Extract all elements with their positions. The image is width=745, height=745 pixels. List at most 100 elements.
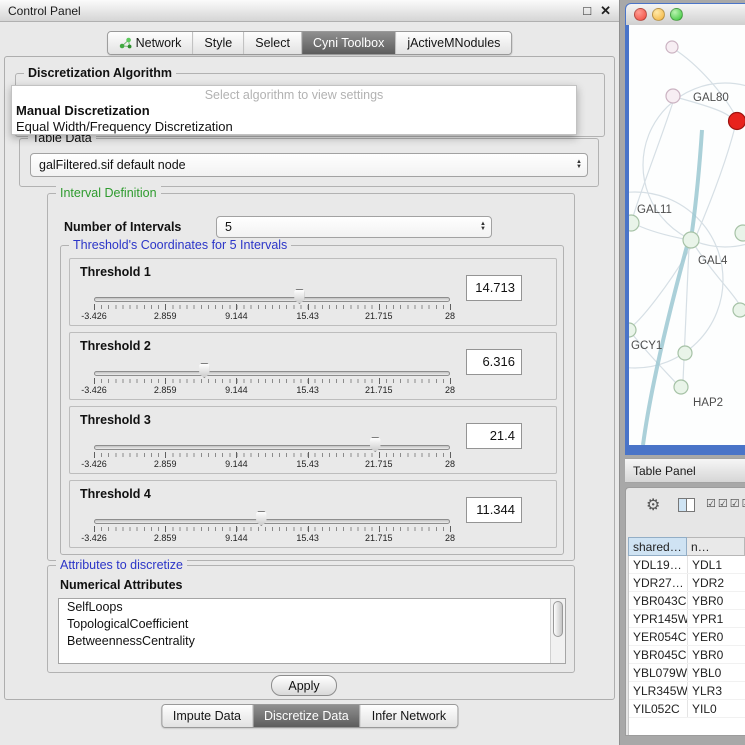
- slider-scale-label: -3.426: [81, 385, 107, 395]
- attribute-list-item[interactable]: SelfLoops: [59, 599, 565, 616]
- slider-scale-label: 9.144: [225, 311, 248, 321]
- table-data-group: Table Data galFiltered.sif default node …: [19, 138, 599, 187]
- bottom-tab-infer-network[interactable]: Infer Network: [360, 705, 457, 727]
- slider-major-tick: [450, 304, 451, 310]
- table-cell: YDR27…: [629, 574, 688, 591]
- tab-cyni-toolbox[interactable]: Cyni Toolbox: [301, 32, 395, 54]
- list-scrollbar[interactable]: [550, 599, 565, 663]
- slider-major-tick: [379, 452, 380, 458]
- network-node[interactable]: [735, 225, 745, 241]
- network-view-window: GAL80 GAL11 GAL4 GCY1 HAP2: [625, 3, 745, 455]
- table-row[interactable]: YDR27…YDR2: [629, 574, 745, 592]
- slider-scale-label: 2.859: [154, 533, 177, 543]
- tab-network[interactable]: Network: [108, 32, 193, 54]
- algorithm-option-equal-width[interactable]: Equal Width/Frequency Discretization: [12, 119, 576, 135]
- network-canvas[interactable]: GAL80 GAL11 GAL4 GCY1 HAP2: [629, 25, 745, 445]
- apply-button[interactable]: Apply: [271, 675, 337, 696]
- table-row[interactable]: YBL079WYBL0: [629, 664, 745, 682]
- table-cell: YPR1: [688, 610, 745, 627]
- zoom-traffic-light[interactable]: [670, 8, 683, 21]
- network-node-gcy1[interactable]: [629, 323, 636, 337]
- table-row[interactable]: YBR045CYBR0: [629, 646, 745, 664]
- table-row[interactable]: YIL052CYIL0: [629, 700, 745, 718]
- tab-label: Infer Network: [372, 709, 446, 723]
- network-node[interactable]: [733, 303, 745, 317]
- tab-label: Select: [255, 36, 290, 50]
- tab-style[interactable]: Style: [192, 32, 243, 54]
- slider-track[interactable]: [94, 445, 450, 450]
- table-row[interactable]: YBR043CYBR0: [629, 592, 745, 610]
- bottom-tab-discretize-data[interactable]: Discretize Data: [252, 705, 360, 727]
- attribute-list-item[interactable]: TopologicalCoefficient: [59, 616, 565, 633]
- threshold-value-field[interactable]: 14.713: [466, 275, 522, 301]
- combo-stepper-icon[interactable]: ▲ ▼: [480, 222, 486, 232]
- slider-scale-label: 21.715: [365, 385, 393, 395]
- threshold-slider[interactable]: -3.4262.8599.14415.4321.71528: [94, 507, 450, 545]
- threshold-slider[interactable]: -3.4262.8599.14415.4321.71528: [94, 359, 450, 397]
- threshold-slider[interactable]: -3.4262.8599.14415.4321.71528: [94, 285, 450, 323]
- slider-major-tick: [165, 452, 166, 458]
- slider-major-tick: [236, 452, 237, 458]
- network-node[interactable]: [678, 346, 692, 360]
- threshold-value-field[interactable]: 11.344: [466, 497, 522, 523]
- number-of-intervals-combobox[interactable]: 5 ▲ ▼: [216, 216, 492, 238]
- checked-box-icon[interactable]: ☑: [730, 497, 740, 510]
- slider-scale-label: 28: [445, 385, 455, 395]
- close-traffic-light[interactable]: [634, 8, 647, 21]
- slider-ticks: [94, 527, 450, 531]
- attribute-list-item[interactable]: BetweennessCentrality: [59, 633, 565, 650]
- network-node-gal4[interactable]: [683, 232, 699, 248]
- column-header-1[interactable]: n…: [687, 537, 745, 556]
- node-label-hap2: HAP2: [693, 397, 723, 409]
- slider-scale-label: 15.43: [296, 459, 319, 469]
- network-node-gal80[interactable]: [666, 89, 680, 103]
- slider-major-tick: [450, 378, 451, 384]
- slider-track[interactable]: [94, 519, 450, 524]
- table-row[interactable]: YLR345WYLR3: [629, 682, 745, 700]
- slider-major-tick: [236, 304, 237, 310]
- network-node-hap2[interactable]: [674, 380, 688, 394]
- threshold-value-field[interactable]: 6.316: [466, 349, 522, 375]
- slider-scale-label: 15.43: [296, 311, 319, 321]
- threshold-2-panel: Threshold 2-3.4262.8599.14415.4321.71528…: [69, 332, 557, 400]
- checked-box-icon[interactable]: ☑: [718, 497, 728, 510]
- scrollbar-thumb[interactable]: [553, 601, 563, 637]
- threshold-value-field[interactable]: 21.4: [466, 423, 522, 449]
- table-cell: YBL079W: [629, 664, 688, 681]
- float-window-icon[interactable]: □: [583, 3, 591, 19]
- slider-track[interactable]: [94, 297, 450, 302]
- table-row[interactable]: YPR145WYPR1: [629, 610, 745, 628]
- table-cell: YER0: [688, 628, 745, 645]
- number-of-intervals-label: Number of Intervals: [64, 220, 181, 234]
- table-cell: YBL0: [688, 664, 745, 681]
- threshold-slider[interactable]: -3.4262.8599.14415.4321.71528: [94, 433, 450, 471]
- network-node-selected-red[interactable]: [729, 113, 745, 130]
- table-cell: YDR2: [688, 574, 745, 591]
- columns-icon[interactable]: [678, 498, 695, 512]
- combo-stepper-icon[interactable]: ▲ ▼: [576, 160, 582, 170]
- close-icon[interactable]: ✕: [600, 3, 611, 19]
- table-cell: YBR045C: [629, 646, 688, 663]
- gear-icon[interactable]: ⚙: [646, 495, 660, 515]
- slider-scale-label: -3.426: [81, 311, 107, 321]
- checked-box-icon[interactable]: ☑: [706, 497, 716, 510]
- tab-label: Impute Data: [173, 709, 241, 723]
- column-header-0[interactable]: shared…: [628, 537, 687, 556]
- checked-box-icon[interactable]: ☑: [742, 497, 745, 510]
- table-row[interactable]: YER054CYER0: [629, 628, 745, 646]
- slider-track[interactable]: [94, 371, 450, 376]
- algorithm-option-manual[interactable]: Manual Discretization: [12, 103, 576, 119]
- attributes-group: Attributes to discretize Numerical Attri…: [47, 565, 575, 673]
- network-node-gal11[interactable]: [629, 215, 639, 231]
- network-node[interactable]: [666, 41, 678, 53]
- table-panel-window: ⚙ ☑ ☑ ☑ ☑ shared…n… YDL19…YDL1YDR27…YDR2…: [625, 487, 745, 736]
- tab-jactivemnodules[interactable]: jActiveMNodules: [395, 32, 511, 54]
- table-row[interactable]: YDL19…YDL1: [629, 556, 745, 574]
- tab-select[interactable]: Select: [243, 32, 301, 54]
- table-cell: YLR3: [688, 682, 745, 699]
- slider-major-tick: [165, 304, 166, 310]
- minimize-traffic-light[interactable]: [652, 8, 665, 21]
- table-data-combobox[interactable]: galFiltered.sif default node ▲ ▼: [30, 153, 588, 177]
- numerical-attributes-list[interactable]: SelfLoopsTopologicalCoefficientBetweenne…: [58, 598, 566, 664]
- bottom-tab-impute-data[interactable]: Impute Data: [162, 705, 252, 727]
